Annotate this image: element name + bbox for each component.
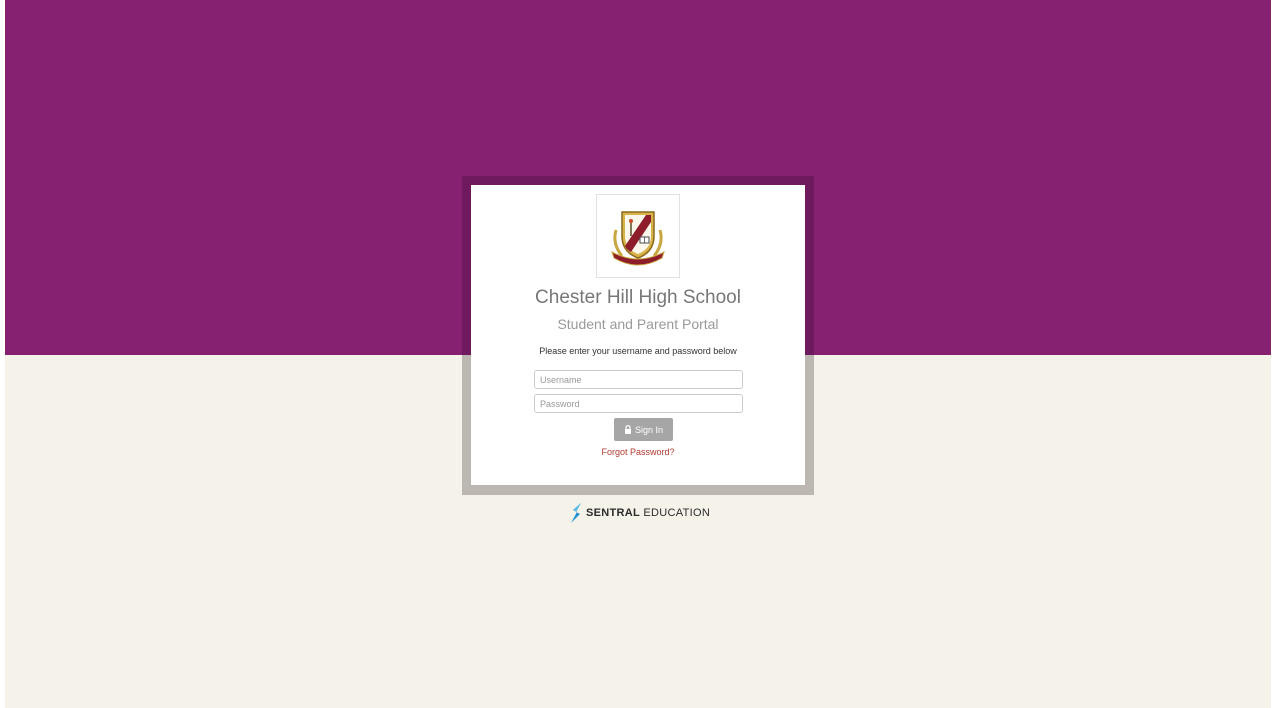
brand-text: SENTRAL EDUCATION	[586, 507, 710, 519]
school-logo	[596, 194, 680, 278]
login-card: Chester Hill High School Student and Par…	[471, 185, 805, 485]
brand-name-bold: SENTRAL	[586, 507, 641, 519]
forgot-password-link[interactable]: Forgot Password?	[471, 447, 805, 457]
password-input[interactable]	[534, 394, 743, 413]
login-instructions: Please enter your username and password …	[539, 346, 737, 356]
sign-in-label: Sign In	[634, 424, 664, 435]
portal-subtitle: Student and Parent Portal	[557, 316, 719, 332]
lock-icon	[624, 425, 631, 434]
sentral-logo-icon	[571, 503, 581, 523]
login-page: Chester Hill High School Student and Par…	[5, 0, 1271, 708]
username-input[interactable]	[534, 370, 743, 389]
brand-name-rest: EDUCATION	[643, 507, 711, 519]
sign-in-button[interactable]: Sign In	[614, 418, 673, 441]
sentral-brand: SENTRAL EDUCATION	[570, 502, 710, 524]
school-name: Chester Hill High School	[535, 287, 741, 308]
school-crest-icon	[611, 211, 665, 266]
